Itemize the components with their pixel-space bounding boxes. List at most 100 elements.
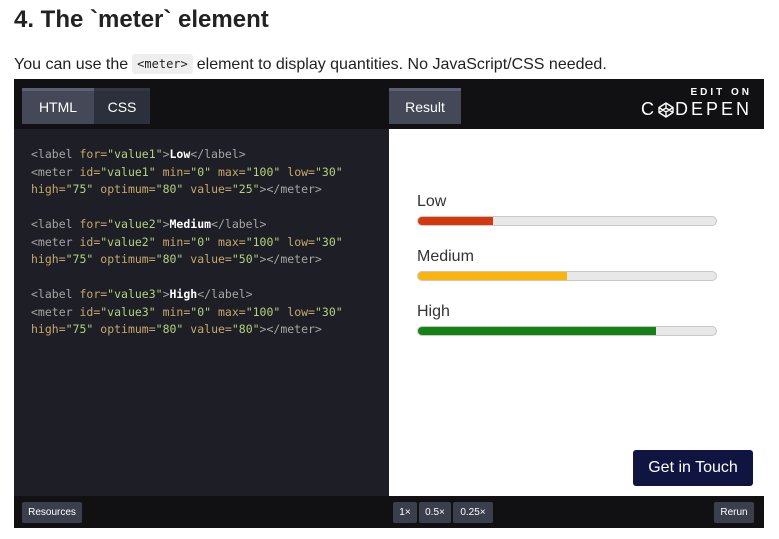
code-token: "100" (245, 234, 281, 249)
codepen-embed: HTML CSS Result EDIT ON C DEPEN <label fo… (14, 79, 764, 528)
code-token: "30" (314, 164, 343, 179)
code-token: "25" (231, 182, 260, 196)
result-preview: Get in Touch Low Medium High (389, 129, 764, 496)
meter-low (417, 216, 717, 226)
code-token: id= (79, 234, 101, 249)
code-token: ></meter> (259, 322, 322, 336)
html-code-editor[interactable]: <label for="value1">Low</label> <meter id… (14, 129, 389, 496)
intro-text-before: You can use the (14, 56, 129, 73)
code-token: optimum= (100, 322, 156, 336)
code-token: id= (79, 164, 101, 179)
code-token: <label (31, 287, 80, 301)
code-token: "80" (231, 322, 260, 336)
codepen-logo-right: DEPEN (674, 99, 752, 119)
code-token: for= (79, 217, 108, 231)
code-token: max= (218, 164, 246, 179)
code-token: "30" (314, 304, 343, 319)
code-token: "0" (190, 164, 212, 179)
code-token: </label> (197, 287, 253, 301)
code-token: "75" (65, 322, 94, 336)
code-token: "75" (65, 182, 94, 196)
code-line: <meter id="value2" min="0" max="100" low… (31, 234, 389, 252)
code-token: "75" (65, 252, 94, 266)
article-heading: 4. The `meter` element (14, 6, 269, 33)
code-token: optimum= (100, 252, 156, 266)
code-token: > (162, 287, 170, 301)
code-line: high="75" optimum="80" value="50"></mete… (31, 251, 389, 269)
tab-css[interactable]: CSS (94, 88, 150, 124)
code-token: "30" (314, 234, 343, 249)
zoom-1x-button[interactable]: 1× (393, 502, 417, 523)
zoom-0-5x-button[interactable]: 0.5× (419, 502, 451, 523)
code-token: max= (218, 234, 246, 249)
code-token: > (162, 147, 170, 161)
code-token: min= (162, 234, 191, 249)
code-token: low= (287, 234, 315, 249)
code-token: "100" (245, 304, 281, 319)
code-token: id= (79, 304, 101, 319)
code-token: High (169, 287, 198, 301)
code-token: > (162, 217, 170, 231)
meter-fill (418, 327, 657, 335)
code-token: "100" (245, 164, 281, 179)
edit-on-codepen-link[interactable]: EDIT ON C DEPEN (641, 87, 752, 120)
meter-fill (418, 272, 567, 280)
code-token: </label> (211, 217, 267, 231)
code-token: "value1" (107, 147, 163, 161)
edit-on-label: EDIT ON (690, 87, 752, 98)
code-token: Low (169, 147, 191, 161)
code-token: <meter (31, 164, 80, 179)
codepen-topbar: HTML CSS Result EDIT ON C DEPEN (14, 79, 764, 129)
get-in-touch-button[interactable]: Get in Touch (633, 450, 753, 486)
code-token: "value2" (107, 217, 163, 231)
code-token: min= (162, 304, 191, 319)
tab-result[interactable]: Result (389, 88, 461, 124)
meter-medium (417, 271, 717, 281)
meter-high (417, 326, 717, 336)
codepen-bottombar: Resources 1× 0.5× 0.25× Rerun (14, 496, 764, 528)
resources-button[interactable]: Resources (22, 502, 82, 523)
code-token: value= (190, 252, 232, 266)
code-token: "value3" (107, 287, 163, 301)
code-token: <label (31, 217, 80, 231)
code-token: "value1" (100, 164, 156, 179)
code-token: <label (31, 147, 80, 161)
rerun-button[interactable]: Rerun (714, 502, 754, 523)
code-token: for= (79, 147, 108, 161)
tab-html[interactable]: HTML (22, 88, 94, 124)
code-token: max= (218, 304, 246, 319)
code-token: value= (190, 182, 232, 196)
inline-code-meter: <meter> (132, 54, 193, 74)
code-token: high= (31, 322, 66, 336)
code-token: "80" (155, 182, 184, 196)
zoom-0-25x-button[interactable]: 0.25× (453, 502, 493, 523)
code-token: high= (31, 252, 66, 266)
code-token: for= (79, 287, 108, 301)
codepen-logo: C DEPEN (641, 99, 752, 120)
code-token: high= (31, 182, 66, 196)
meter-label-low: Low (417, 193, 447, 210)
code-token: low= (287, 304, 315, 319)
code-line: <label for="value1">Low</label> (31, 146, 389, 164)
meter-label-medium: Medium (417, 248, 474, 265)
code-token: ></meter> (259, 252, 322, 266)
code-token: ></meter> (259, 182, 322, 196)
code-token: Medium (169, 217, 212, 231)
code-line: <label for="value3">High</label> (31, 286, 389, 304)
code-token: value= (190, 322, 232, 336)
code-token: "80" (155, 252, 184, 266)
code-line: high="75" optimum="80" value="80"></mete… (31, 321, 389, 339)
intro-paragraph: You can use the <meter> element to display… (14, 54, 607, 74)
code-token: </label> (190, 147, 246, 161)
code-token: "value3" (100, 304, 156, 319)
intro-text-after: element to display quantities. No JavaSc… (196, 56, 607, 73)
code-token: "80" (155, 322, 184, 336)
